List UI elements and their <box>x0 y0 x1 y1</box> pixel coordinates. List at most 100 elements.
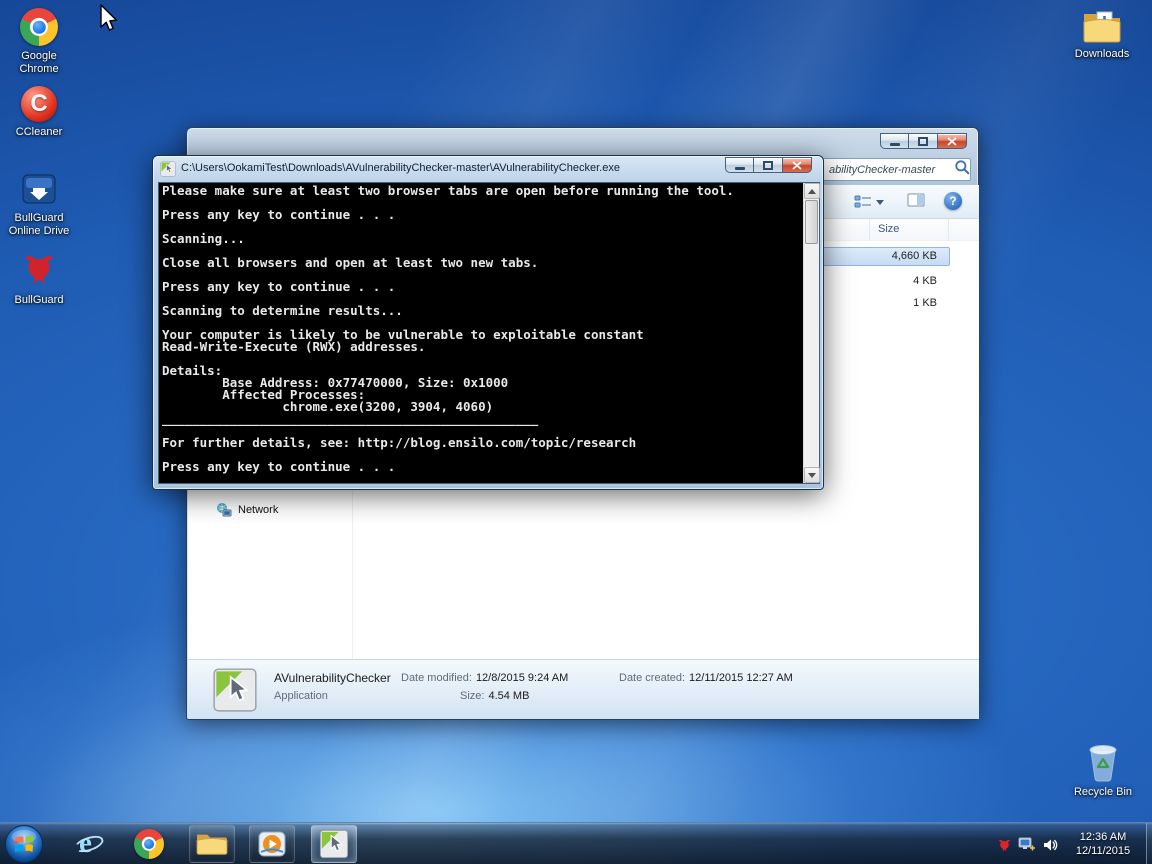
mouse-cursor <box>98 3 120 38</box>
help-icon: ? <box>949 194 956 208</box>
preview-pane-icon <box>907 193 925 207</box>
console-line <box>162 353 801 365</box>
console-body[interactable]: Please make sure at least two browser ta… <box>158 182 820 484</box>
minimize-icon <box>890 143 900 146</box>
change-view-button[interactable] <box>854 191 896 213</box>
help-button[interactable]: ? <box>944 192 962 210</box>
desktop-icon-label: Google Chrome <box>7 50 71 76</box>
explorer-caption-buttons <box>880 133 967 149</box>
console-line: Close all browsers and open at least two… <box>162 257 801 269</box>
search-icon[interactable] <box>954 159 970 180</box>
taskbar-item-chrome[interactable] <box>126 825 172 863</box>
nav-item-network[interactable]: Network <box>216 502 278 518</box>
minimize-icon <box>735 167 745 170</box>
taskbar-item-media-player[interactable] <box>249 825 295 863</box>
desktop-icon-recycle-bin[interactable]: Recycle Bin <box>1071 740 1135 799</box>
network-icon <box>216 502 232 518</box>
file-size-value: 4,660 KB <box>869 250 937 262</box>
date-created-value: 12/11/2015 12:27 AM <box>689 672 793 684</box>
minimize-button[interactable] <box>725 157 754 173</box>
media-player-icon <box>257 829 287 859</box>
console-line: Please make sure at least two browser ta… <box>162 185 801 197</box>
desktop-icon-label: Downloads <box>1070 48 1134 61</box>
date-modified-label: Date modified: <box>401 672 472 684</box>
column-header-size[interactable]: Size <box>869 219 949 241</box>
details-date-created: Date created: 12/11/2015 12:27 AM <box>619 672 793 684</box>
console-output: Please make sure at least two browser ta… <box>162 185 801 483</box>
nav-item-label: Network <box>238 504 278 516</box>
date-modified-value: 12/8/2015 9:24 AM <box>476 672 568 684</box>
maximize-button[interactable] <box>909 133 938 149</box>
avulnerabilitychecker-icon <box>319 829 349 859</box>
console-line: ________________________________________… <box>162 413 801 425</box>
views-icon <box>854 194 872 210</box>
console-title: C:\Users\OokamiTest\Downloads\AVulnerabi… <box>181 162 620 174</box>
start-button[interactable] <box>4 824 44 864</box>
arrow-down-icon <box>808 473 816 478</box>
explorer-search-box[interactable]: abilityChecker-master <box>821 158 971 181</box>
desktop: Google Chrome C CCleaner BullGuard Onlin… <box>0 0 1152 864</box>
volume-tray-icon[interactable] <box>1042 837 1058 858</box>
bullguard-tray-icon[interactable] <box>997 837 1012 857</box>
ccleaner-letter: C <box>30 92 47 116</box>
console-scrollbar[interactable] <box>803 183 819 483</box>
clock-date: 12/11/2015 <box>1062 844 1144 858</box>
preview-pane-button[interactable] <box>907 193 925 212</box>
taskbar-clock[interactable]: 12:36 AM 12/11/2015 <box>1062 826 1144 862</box>
explorer-details-pane: AVulnerabilityChecker Application Date m… <box>188 659 979 719</box>
taskbar-item-internet-explorer[interactable]: e <box>66 825 112 863</box>
taskbar: e <box>0 822 1152 864</box>
taskbar-item-windows-explorer[interactable] <box>189 825 235 863</box>
recycle-bin-icon <box>1084 740 1122 782</box>
desktop-icon-label: BullGuard <box>7 294 71 307</box>
console-line: Press any key to continue . . . <box>162 281 801 293</box>
size-label: Size: <box>460 690 484 702</box>
maximize-button[interactable] <box>754 157 783 173</box>
chevron-down-icon <box>876 200 884 205</box>
details-file-type: Application <box>274 690 328 702</box>
console-line <box>162 221 801 233</box>
clock-time: 12:36 AM <box>1062 830 1144 844</box>
file-size-value: 4 KB <box>869 275 937 287</box>
console-window: C:\Users\OokamiTest\Downloads\AVulnerabi… <box>152 155 824 490</box>
chrome-icon <box>134 829 164 859</box>
internet-explorer-icon: e <box>74 829 104 859</box>
details-size: Size: 4.54 MB <box>460 690 529 702</box>
close-icon <box>947 137 957 146</box>
console-line: Press any key to continue . . . <box>162 461 801 473</box>
desktop-icon-bullguard-online-drive[interactable]: BullGuard Online Drive <box>7 170 71 238</box>
chrome-icon <box>20 8 58 46</box>
taskbar-item-avulnerabilitychecker[interactable] <box>311 825 357 863</box>
scroll-up-button[interactable] <box>804 183 820 199</box>
console-line: Scanning to determine results... <box>162 305 801 317</box>
close-button[interactable] <box>783 157 812 173</box>
folder-icon <box>195 830 229 858</box>
desktop-icon-ccleaner[interactable]: C CCleaner <box>7 86 71 139</box>
desktop-icon-label: BullGuard Online Drive <box>7 212 71 238</box>
desktop-icon-google-chrome[interactable]: Google Chrome <box>7 8 71 76</box>
desktop-icon-downloads[interactable]: Downloads <box>1070 8 1134 61</box>
console-app-icon <box>160 161 176 182</box>
console-caption-buttons <box>725 157 812 173</box>
bullguard-drive-icon <box>20 170 58 208</box>
console-line: Read-Write-Execute (RWX) addresses. <box>162 341 801 353</box>
windows-logo-icon <box>4 824 44 864</box>
close-icon <box>792 161 802 170</box>
show-desktop-button[interactable] <box>1146 823 1152 864</box>
desktop-icon-bullguard[interactable]: BullGuard <box>7 250 71 307</box>
arrow-up-icon <box>808 189 816 194</box>
scrollbar-thumb[interactable] <box>805 200 818 244</box>
close-button[interactable] <box>938 133 967 149</box>
size-value: 4.54 MB <box>488 690 529 702</box>
scroll-down-button[interactable] <box>804 467 820 483</box>
bullguard-icon <box>19 250 59 290</box>
network-tray-icon[interactable] <box>1018 836 1036 857</box>
date-created-label: Date created: <box>619 672 685 684</box>
minimize-button[interactable] <box>880 133 909 149</box>
file-type-icon <box>212 667 258 718</box>
console-line: Scanning... <box>162 233 801 245</box>
console-line: Press any key to continue . . . <box>162 209 801 221</box>
desktop-icon-label: Recycle Bin <box>1071 786 1135 799</box>
details-file-name: AVulnerabilityChecker <box>274 671 391 685</box>
downloads-folder-icon <box>1082 8 1122 44</box>
